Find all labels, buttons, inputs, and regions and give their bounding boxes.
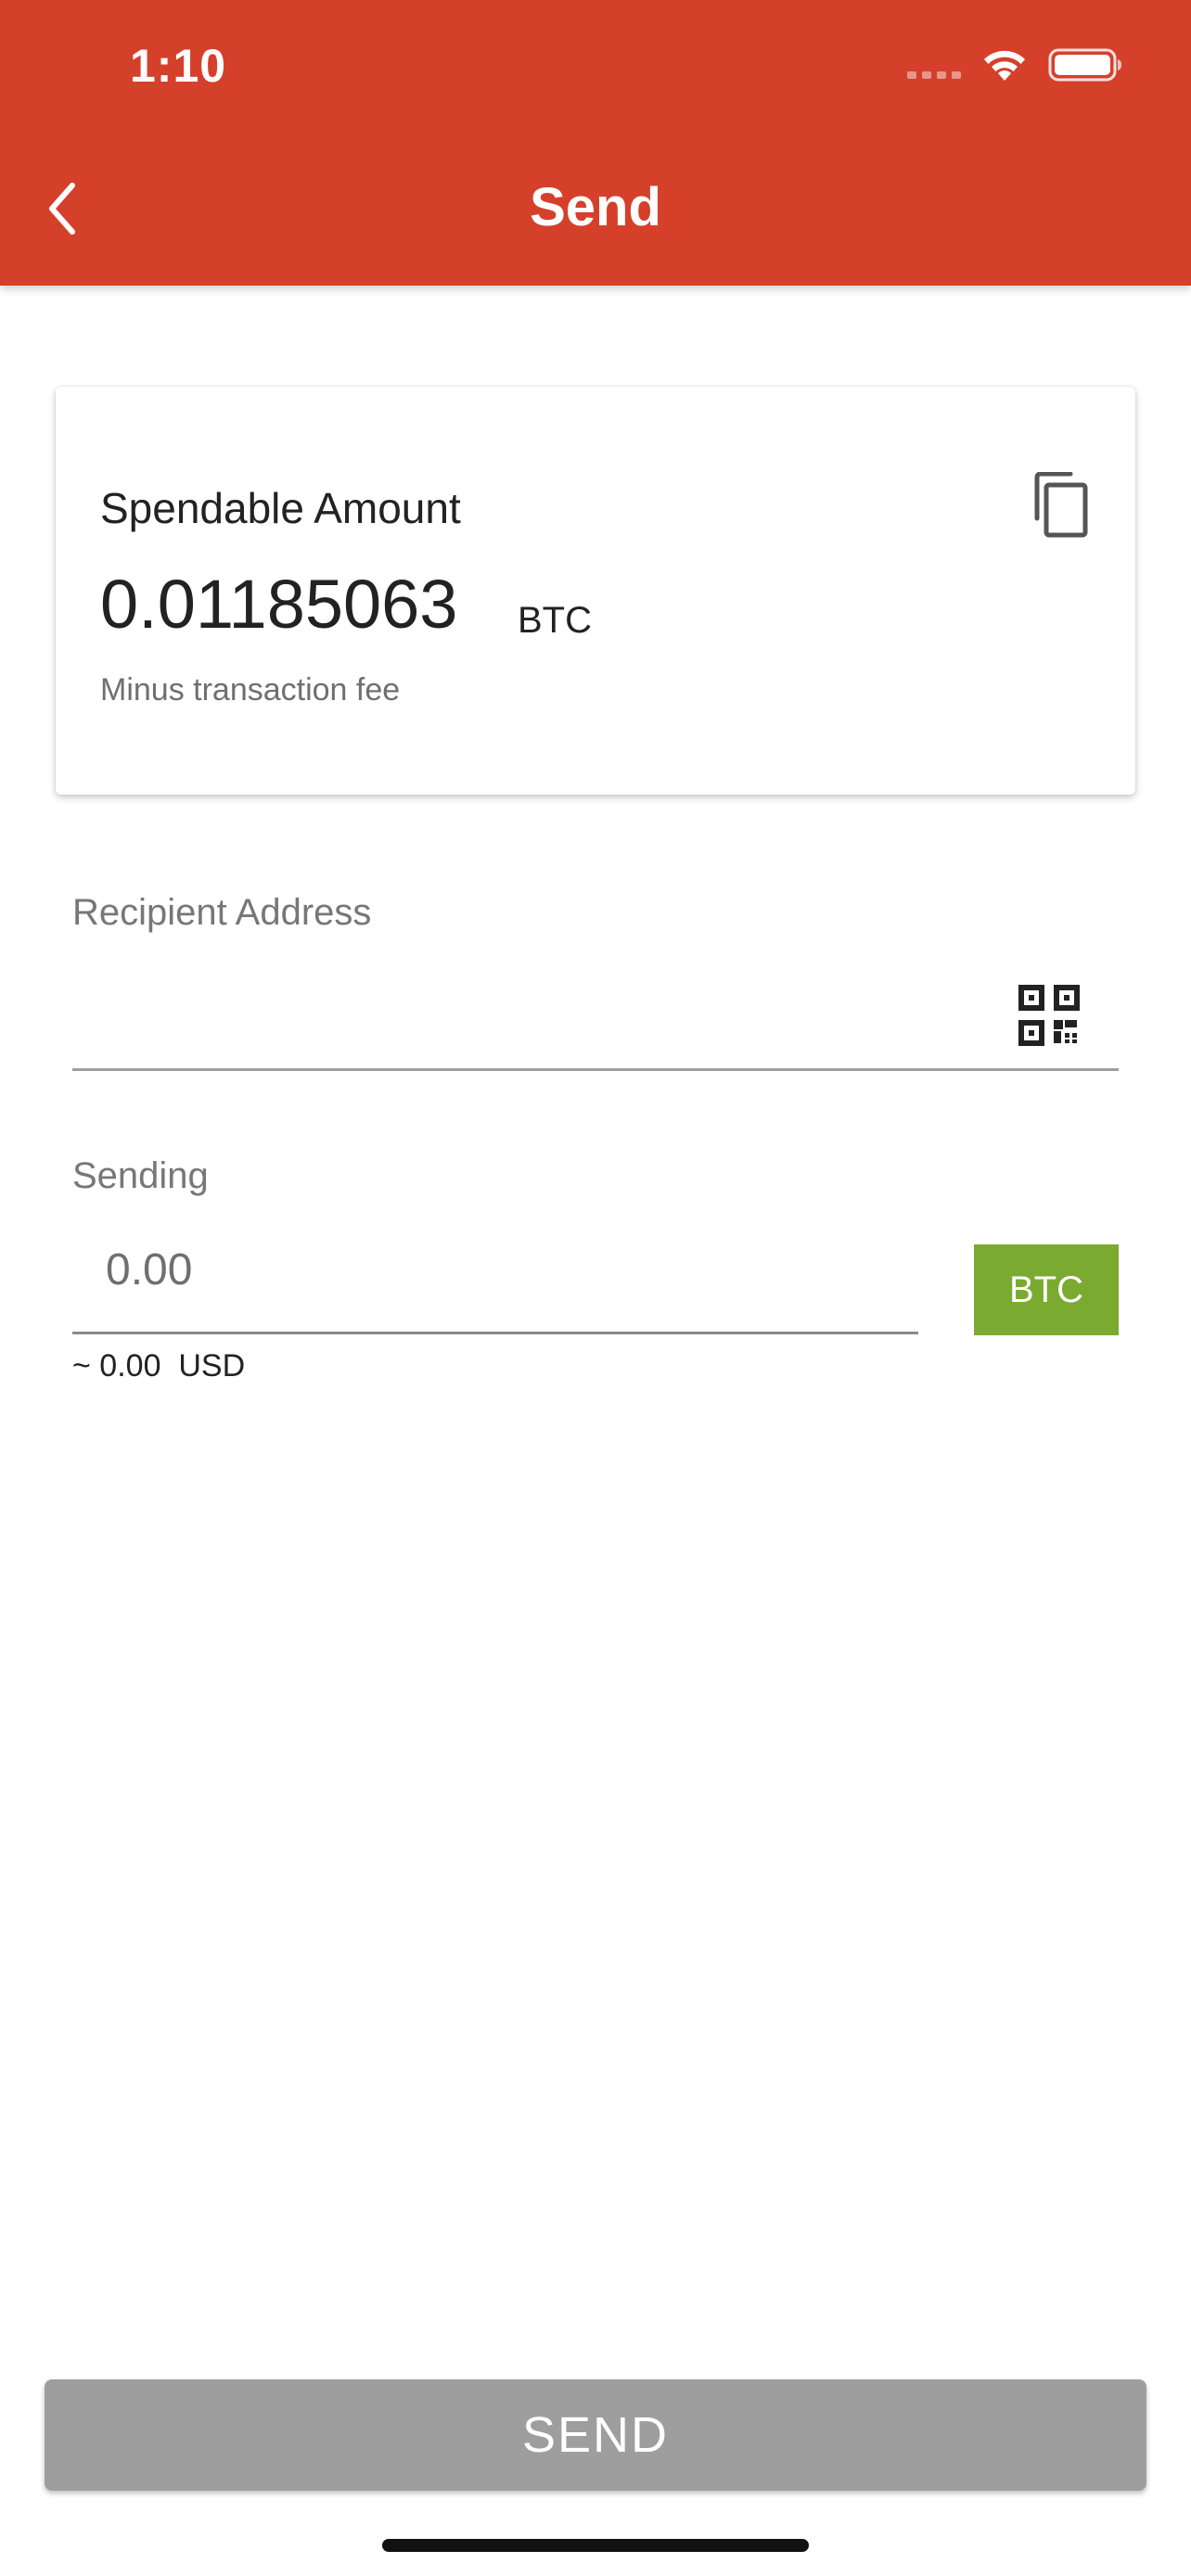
sending-label: Sending — [72, 1155, 209, 1196]
signal-dots-icon — [907, 46, 961, 83]
currency-toggle-button[interactable]: BTC — [974, 1244, 1119, 1335]
recipient-address-input[interactable] — [72, 964, 1050, 1068]
spendable-amount-unit: BTC — [518, 600, 592, 641]
page-title: Send — [530, 177, 661, 237]
recipient-address-label: Recipient Address — [72, 892, 372, 933]
usd-equivalent: ~ 0.00 USD — [72, 1348, 246, 1384]
qr-code-icon[interactable] — [1018, 985, 1080, 1046]
fee-note: Minus transaction fee — [100, 672, 401, 708]
wifi-icon — [984, 50, 1025, 81]
sending-amount-underline — [72, 1332, 918, 1334]
home-indicator — [382, 2539, 809, 2552]
spendable-amount-value: 0.01185063 — [100, 566, 458, 643]
status-time: 1:10 — [130, 40, 227, 92]
battery-icon — [1048, 48, 1121, 82]
sending-amount-input[interactable] — [106, 1233, 903, 1306]
copy-icon[interactable] — [1030, 472, 1089, 539]
send-button[interactable]: SEND — [45, 2379, 1146, 2491]
spendable-amount-label: Spendable Amount — [100, 484, 461, 532]
status-icons — [907, 46, 1122, 83]
app-header: 1:10 Send — [0, 0, 1191, 286]
spendable-amount-card: Spendable Amount 0.01185063 BTC Minus tr… — [56, 387, 1135, 795]
recipient-address-underline — [72, 1068, 1119, 1071]
